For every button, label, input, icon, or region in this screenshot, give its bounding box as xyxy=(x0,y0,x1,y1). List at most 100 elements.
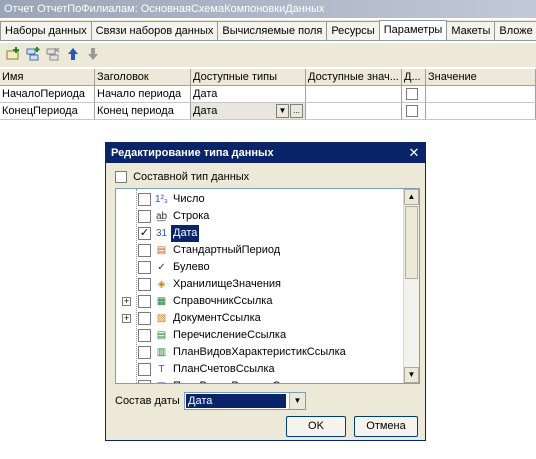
tab-resources[interactable]: Ресурсы xyxy=(326,21,380,40)
row-available-values[interactable] xyxy=(306,86,402,103)
type-tree-item[interactable]: ▨ПланВидовРасчетаСсылка xyxy=(116,378,402,383)
type-tree-item[interactable]: + ▦ СправочникСсылка xyxy=(116,293,402,310)
type-label: ХранилищеЗначения xyxy=(173,278,282,290)
string-icon: a͟b xyxy=(155,211,168,222)
table-row[interactable]: НачалоПериода Начало периода Дата xyxy=(0,86,536,103)
date-composition-select[interactable]: Дата ▼ xyxy=(184,392,306,410)
type-checkbox[interactable] xyxy=(138,312,151,325)
row-name[interactable]: КонецПериода xyxy=(0,103,95,120)
type-label: ПланСчетовСсылка xyxy=(173,363,275,375)
type-label: ПланВидовРасчетаСсылка xyxy=(171,378,313,383)
vertical-scrollbar[interactable]: ▲ ▼ xyxy=(403,189,419,383)
row-checkbox-cell xyxy=(402,86,426,103)
header-name[interactable]: Имя xyxy=(0,69,95,86)
header-available-values[interactable]: Доступные знач... xyxy=(306,69,402,86)
type-checkbox[interactable] xyxy=(138,346,151,359)
ok-button[interactable]: OK xyxy=(286,416,346,437)
composite-type-row[interactable]: Составной тип данных xyxy=(115,170,249,184)
move-down-icon[interactable] xyxy=(84,46,102,64)
tab-bar: Наборы данных Связи наборов данных Вычисля… xyxy=(0,20,536,41)
type-label: ПеречислениеСсылка xyxy=(173,329,287,341)
row-title[interactable]: Конец периода xyxy=(95,103,191,120)
dialog-title-bar: Редактирование типа данных ✕ xyxy=(106,143,425,163)
type-tree-item[interactable]: ✓ 31 Дата xyxy=(116,225,402,242)
row-types[interactable]: Дата xyxy=(191,86,306,103)
tab-datasets[interactable]: Наборы данных xyxy=(0,21,92,40)
date-composition-value: Дата xyxy=(186,394,286,408)
type-checkbox[interactable] xyxy=(138,295,151,308)
boolean-icon: ✓ xyxy=(157,262,166,273)
row-title[interactable]: Начало периода xyxy=(95,86,191,103)
header-available-types[interactable]: Доступные типы xyxy=(191,69,306,86)
row-checkbox[interactable] xyxy=(406,88,418,101)
tab-dataset-links[interactable]: Связи наборов данных xyxy=(90,21,219,40)
type-tree-item[interactable]: + ▧ ДокументСсылка xyxy=(116,310,402,327)
ellipsis-button[interactable]: ... xyxy=(290,104,303,118)
row-value[interactable] xyxy=(426,86,536,103)
row-available-values[interactable] xyxy=(306,103,402,120)
type-checkbox[interactable] xyxy=(138,278,151,291)
chevron-down-icon[interactable]: ▼ xyxy=(289,393,305,409)
row-value[interactable] xyxy=(426,103,536,120)
chart-of-characteristics-icon: ▥ xyxy=(156,347,167,358)
delete-icon[interactable] xyxy=(44,46,62,64)
type-tree-item[interactable]: a͟b Строка xyxy=(116,208,402,225)
add-subitem-icon[interactable] xyxy=(24,46,42,64)
type-tree-item[interactable]: ◈ ХранилищеЗначения xyxy=(116,276,402,293)
type-tree-item[interactable]: ▤ СтандартныйПериод xyxy=(116,242,402,259)
dropdown-arrow-icon[interactable]: ▼ xyxy=(276,104,289,118)
calc-types-icon: ▨ xyxy=(154,379,169,383)
tab-nested[interactable]: Вложе xyxy=(494,21,536,40)
date-composition-label: Состав даты xyxy=(115,395,180,407)
type-label: Дата xyxy=(171,225,200,242)
tab-calculated-fields[interactable]: Вычисляемые поля xyxy=(217,21,328,40)
row-types: Дата xyxy=(193,105,218,117)
type-checkbox[interactable] xyxy=(138,380,151,383)
close-icon[interactable]: ✕ xyxy=(406,145,422,161)
scroll-thumb[interactable] xyxy=(405,206,418,279)
cancel-button[interactable]: Отмена xyxy=(354,416,418,437)
row-types-editor[interactable]: Дата ▼ ... xyxy=(191,103,306,120)
type-checkbox[interactable] xyxy=(138,329,151,342)
header-value[interactable]: Значение xyxy=(426,69,536,86)
scroll-down-icon[interactable]: ▼ xyxy=(404,367,419,383)
table-row[interactable]: КонецПериода Конец периода Дата ▼ ... xyxy=(0,103,536,120)
type-checkbox[interactable]: ✓ xyxy=(138,227,151,240)
period-icon: ▤ xyxy=(156,245,167,256)
type-tree-item[interactable]: ✓ Булево xyxy=(116,259,402,276)
type-label: Число xyxy=(173,193,205,205)
type-tree-item[interactable]: ▥ ПланВидовХарактеристикСсылка xyxy=(116,344,402,361)
type-checkbox[interactable] xyxy=(138,193,151,206)
composite-type-checkbox[interactable] xyxy=(115,171,127,184)
type-tree-item[interactable]: ▤ ПеречислениеСсылка xyxy=(116,327,402,344)
edit-type-dialog: Редактирование типа данных ✕ Составной т… xyxy=(105,142,426,441)
type-checkbox[interactable] xyxy=(138,244,151,257)
tab-parameters[interactable]: Параметры xyxy=(378,20,448,40)
type-tree-item[interactable]: T ПланСчетовСсылка xyxy=(116,361,402,378)
header-title[interactable]: Заголовок xyxy=(95,69,191,86)
expand-icon[interactable]: + xyxy=(122,314,131,323)
storage-icon: ◈ xyxy=(157,279,166,290)
chart-of-accounts-icon: T xyxy=(158,364,165,375)
toolbar xyxy=(0,43,536,67)
scroll-up-icon[interactable]: ▲ xyxy=(404,189,419,205)
type-checkbox[interactable] xyxy=(138,363,151,376)
type-tree-item[interactable]: 1²₃ Число xyxy=(116,191,402,208)
type-label: ДокументСсылка xyxy=(173,312,261,324)
expand-icon[interactable]: + xyxy=(122,297,131,306)
row-name[interactable]: НачалоПериода xyxy=(0,86,95,103)
composite-type-label: Составной тип данных xyxy=(133,171,250,183)
add-icon[interactable] xyxy=(4,46,22,64)
row-checkbox[interactable] xyxy=(406,105,418,118)
tab-templates[interactable]: Макеты xyxy=(446,21,496,40)
window-title: Отчет ОтчетПоФилиалам: ОсновнаяСхемаКомп… xyxy=(0,0,536,18)
move-up-icon[interactable] xyxy=(64,46,82,64)
type-label: Строка xyxy=(173,210,210,222)
type-checkbox[interactable] xyxy=(138,210,151,223)
type-checkbox[interactable] xyxy=(138,261,151,274)
dialog-title: Редактирование типа данных xyxy=(111,147,274,159)
header-d[interactable]: Д... xyxy=(402,69,426,86)
type-tree[interactable]: 1²₃ Число a͟b Строка ✓ 31 Дата ▤ СтандартныйПери… xyxy=(115,188,420,384)
enum-icon: ▤ xyxy=(156,330,167,341)
type-label: СправочникСсылка xyxy=(173,295,273,307)
